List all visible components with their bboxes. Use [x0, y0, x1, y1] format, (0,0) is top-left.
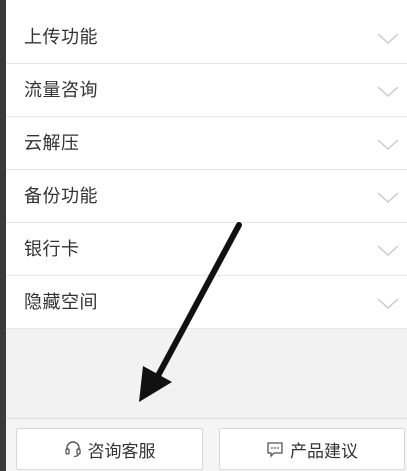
- footer-bar: 咨询客服 产品建议: [6, 418, 407, 471]
- faq-item-label: 流量咨询: [24, 80, 98, 101]
- faq-item-backup[interactable]: 备份功能: [6, 170, 407, 223]
- chevron-down-icon: [377, 298, 399, 310]
- faq-list: 上传功能 流量咨询 云解压 备份功能 银行卡 隐藏空间: [6, 0, 407, 329]
- faq-item-label: 上传功能: [24, 27, 98, 48]
- faq-item-label: 银行卡: [24, 239, 80, 260]
- chevron-down-icon: [377, 245, 399, 257]
- faq-item-upload[interactable]: 上传功能: [6, 0, 407, 64]
- chevron-down-icon: [377, 192, 399, 204]
- faq-item-label: 云解压: [24, 133, 80, 154]
- feedback-label: 产品建议: [290, 441, 358, 462]
- chevron-down-icon: [377, 139, 399, 151]
- faq-item-label: 备份功能: [24, 186, 98, 207]
- faq-item-cloud-unzip[interactable]: 云解压: [6, 117, 407, 170]
- chevron-down-icon: [377, 33, 399, 45]
- faq-panel: 上传功能 流量咨询 云解压 备份功能 银行卡 隐藏空间 咨询客服 产品建议: [6, 0, 407, 471]
- chat-bubble-icon: [267, 442, 283, 458]
- faq-item-hidden-space[interactable]: 隐藏空间: [6, 276, 407, 329]
- customer-service-label: 咨询客服: [87, 441, 156, 462]
- customer-service-button[interactable]: 咨询客服: [16, 428, 203, 470]
- faq-item-label: 隐藏空间: [24, 292, 98, 313]
- faq-item-traffic[interactable]: 流量咨询: [6, 64, 407, 117]
- headset-icon: [64, 441, 81, 458]
- feedback-button[interactable]: 产品建议: [219, 428, 405, 470]
- faq-item-bank-card[interactable]: 银行卡: [6, 223, 407, 276]
- chevron-down-icon: [377, 86, 399, 98]
